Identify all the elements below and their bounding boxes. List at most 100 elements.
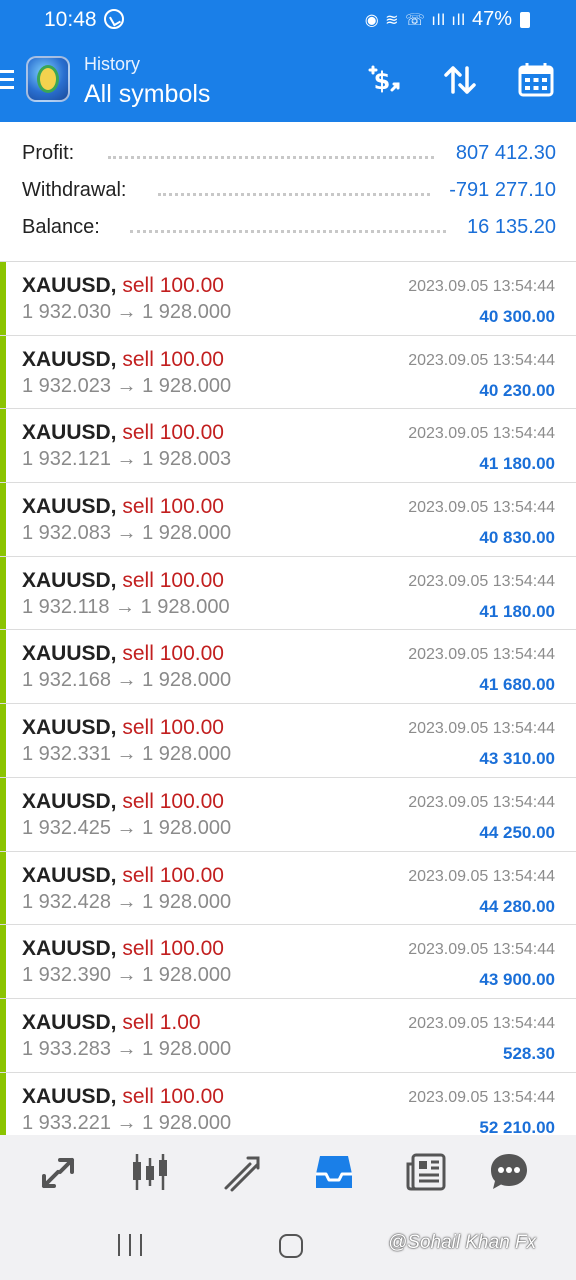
trade-row[interactable]: XAUUSD, sell 1.00 2023.09.05 13:54:44 1 … (0, 998, 576, 1073)
trade-side: sell 100.00 (122, 716, 224, 740)
trade-date: 2023.09.05 13:54:44 (408, 646, 555, 664)
calendar-icon[interactable] (516, 60, 556, 100)
sort-icon[interactable] (440, 60, 480, 100)
trade-date: 2023.09.05 13:54:44 (408, 867, 555, 885)
trade-row[interactable]: XAUUSD, sell 100.00 2023.09.05 13:54:44 … (0, 851, 576, 926)
trade-symbol: XAUUSD, sell 100.00 (22, 716, 224, 740)
trade-row[interactable]: XAUUSD, sell 100.00 2023.09.05 13:54:44 … (0, 556, 576, 631)
chart-icon[interactable] (125, 1147, 175, 1197)
trade-profit: 43 900.00 (479, 970, 555, 990)
trade-symbol: XAUUSD, sell 1.00 (22, 1010, 201, 1034)
trade-symbol: XAUUSD, sell 100.00 (22, 1084, 224, 1108)
trade-side: sell 100.00 (122, 863, 224, 887)
trade-row[interactable]: XAUUSD, sell 100.00 2023.09.05 13:54:44 … (0, 630, 576, 705)
profit-value: 807 412.30 (455, 142, 556, 164)
trade-profit: 41 680.00 (479, 675, 555, 695)
trade-row[interactable]: XAUUSD, sell 100.00 2023.09.05 13:54:44 … (0, 1072, 576, 1135)
trade-prices: 1 932.168 → 1 928.000 (22, 669, 232, 692)
trade-prices: 1 933.283 → 1 928.000 (22, 1037, 232, 1060)
menu-icon[interactable] (0, 70, 14, 90)
trade-date: 2023.09.05 13:54:44 (408, 572, 555, 590)
messages-icon[interactable] (484, 1147, 534, 1197)
status-indicators: ◉ ≋ ☏ ıll ıll 47% (365, 8, 530, 31)
trade-date: 2023.09.05 13:54:44 (408, 1014, 555, 1032)
trade-side: sell 100.00 (122, 1084, 224, 1108)
home-icon[interactable] (279, 1234, 303, 1258)
status-time: 10:48 (44, 8, 97, 31)
page-subtitle: History (84, 54, 141, 74)
signal-icons: ◉ ≋ ☏ ıll ıll (364, 11, 466, 29)
trade-row[interactable]: XAUUSD, sell 100.00 2023.09.05 13:54:44 … (0, 409, 576, 484)
history-summary: Profit: 807 412.30 Withdrawal: -791 277.… (0, 122, 576, 262)
trade-side: sell 100.00 (122, 642, 224, 666)
trade-prices: 1 933.221 → 1 928.000 (22, 1111, 232, 1134)
leader-dots (158, 193, 430, 196)
recent-apps-icon[interactable] (118, 1234, 142, 1256)
trade-history-list[interactable]: XAUUSD, sell 100.00 2023.09.05 13:54:44 … (0, 262, 576, 1135)
trade-profit: 41 180.00 (479, 601, 555, 621)
trade-prices: 1 932.121 → 1 928.003 (22, 448, 232, 471)
position-marker (0, 409, 6, 483)
position-marker (0, 998, 6, 1072)
trade-row[interactable]: XAUUSD, sell 100.00 2023.09.05 13:54:44 … (0, 925, 576, 999)
trade-profit: 52 210.00 (479, 1117, 555, 1135)
battery-percent: 47% (471, 8, 512, 30)
trade-row[interactable]: XAUUSD, sell 100.00 2023.09.05 13:54:44 … (0, 483, 576, 557)
trade-side: sell 100.00 (122, 937, 224, 961)
trade-side: sell 1.00 (122, 1010, 201, 1034)
trade-date: 2023.09.05 13:54:44 (408, 278, 555, 295)
position-marker (0, 556, 6, 630)
withdrawal-value: -791 277.10 (449, 179, 556, 201)
trade-prices: 1 932.083 → 1 928.000 (22, 522, 232, 545)
trade-symbol: XAUUSD, sell 100.00 (22, 789, 224, 813)
trade-date: 2023.09.05 13:54:44 (408, 351, 555, 369)
trade-row[interactable]: XAUUSD, sell 100.00 2023.09.05 13:54:44 … (0, 335, 576, 410)
trade-symbol: XAUUSD, sell 100.00 (22, 274, 224, 297)
trade-prices: 1 932.331 → 1 928.000 (22, 743, 232, 766)
symbol-filter[interactable]: All symbols (84, 80, 210, 109)
trade-profit: 41 180.00 (479, 454, 555, 474)
trade-profit: 44 280.00 (479, 896, 555, 916)
trade-profit: 40 830.00 (479, 528, 555, 548)
quotes-icon[interactable] (33, 1147, 83, 1197)
position-marker (0, 335, 6, 409)
bottom-navigation (0, 1135, 576, 1210)
trade-side: sell 100.00 (122, 421, 224, 445)
position-marker (0, 851, 6, 925)
trade-symbol: XAUUSD, sell 100.00 (22, 495, 224, 519)
system-navigation-bar: @Sohail Khan Fx (0, 1210, 576, 1280)
trade-symbol: XAUUSD, sell 100.00 (22, 642, 224, 666)
trade-symbol: XAUUSD, sell 100.00 (22, 347, 224, 371)
history-icon[interactable] (309, 1147, 359, 1197)
whatsapp-icon (104, 9, 124, 29)
trade-row[interactable]: XAUUSD, sell 100.00 2023.09.05 13:54:44 … (0, 262, 576, 336)
position-marker (0, 630, 6, 704)
trade-side: sell 100.00 (122, 495, 224, 519)
trade-side: sell 100.00 (122, 789, 224, 813)
trade-symbol: XAUUSD, sell 100.00 (22, 421, 224, 445)
withdrawal-row: Withdrawal: -791 277.10 (22, 179, 556, 209)
position-marker (0, 262, 6, 335)
trade-side: sell 100.00 (122, 568, 224, 592)
trade-date: 2023.09.05 13:54:44 (408, 499, 555, 517)
trade-date: 2023.09.05 13:54:44 (408, 941, 555, 959)
deposit-filter-icon[interactable]: $ (362, 60, 402, 100)
trade-row[interactable]: XAUUSD, sell 100.00 2023.09.05 13:54:44 … (0, 777, 576, 852)
news-icon[interactable] (401, 1147, 451, 1197)
trade-symbol: XAUUSD, sell 100.00 (22, 568, 224, 592)
trade-row[interactable]: XAUUSD, sell 100.00 2023.09.05 13:54:44 … (0, 704, 576, 778)
profit-row: Profit: 807 412.30 (22, 142, 556, 172)
watermark: @Sohail Khan Fx (388, 1232, 537, 1253)
trade-icon[interactable] (217, 1147, 267, 1197)
position-marker (0, 1072, 6, 1135)
app-logo (26, 56, 70, 102)
trade-prices: 1 932.428 → 1 928.000 (22, 890, 232, 913)
trade-prices: 1 932.023 → 1 928.000 (22, 374, 232, 397)
trade-date: 2023.09.05 13:54:44 (408, 720, 555, 738)
position-marker (0, 777, 6, 851)
balance-label: Balance: (22, 216, 100, 238)
balance-value: 16 135.20 (467, 216, 556, 238)
trade-symbol: XAUUSD, sell 100.00 (22, 863, 224, 887)
leader-dots (108, 156, 434, 159)
status-bar: 10:48 ◉ ≋ ☏ ıll ıll 47% (0, 0, 576, 40)
